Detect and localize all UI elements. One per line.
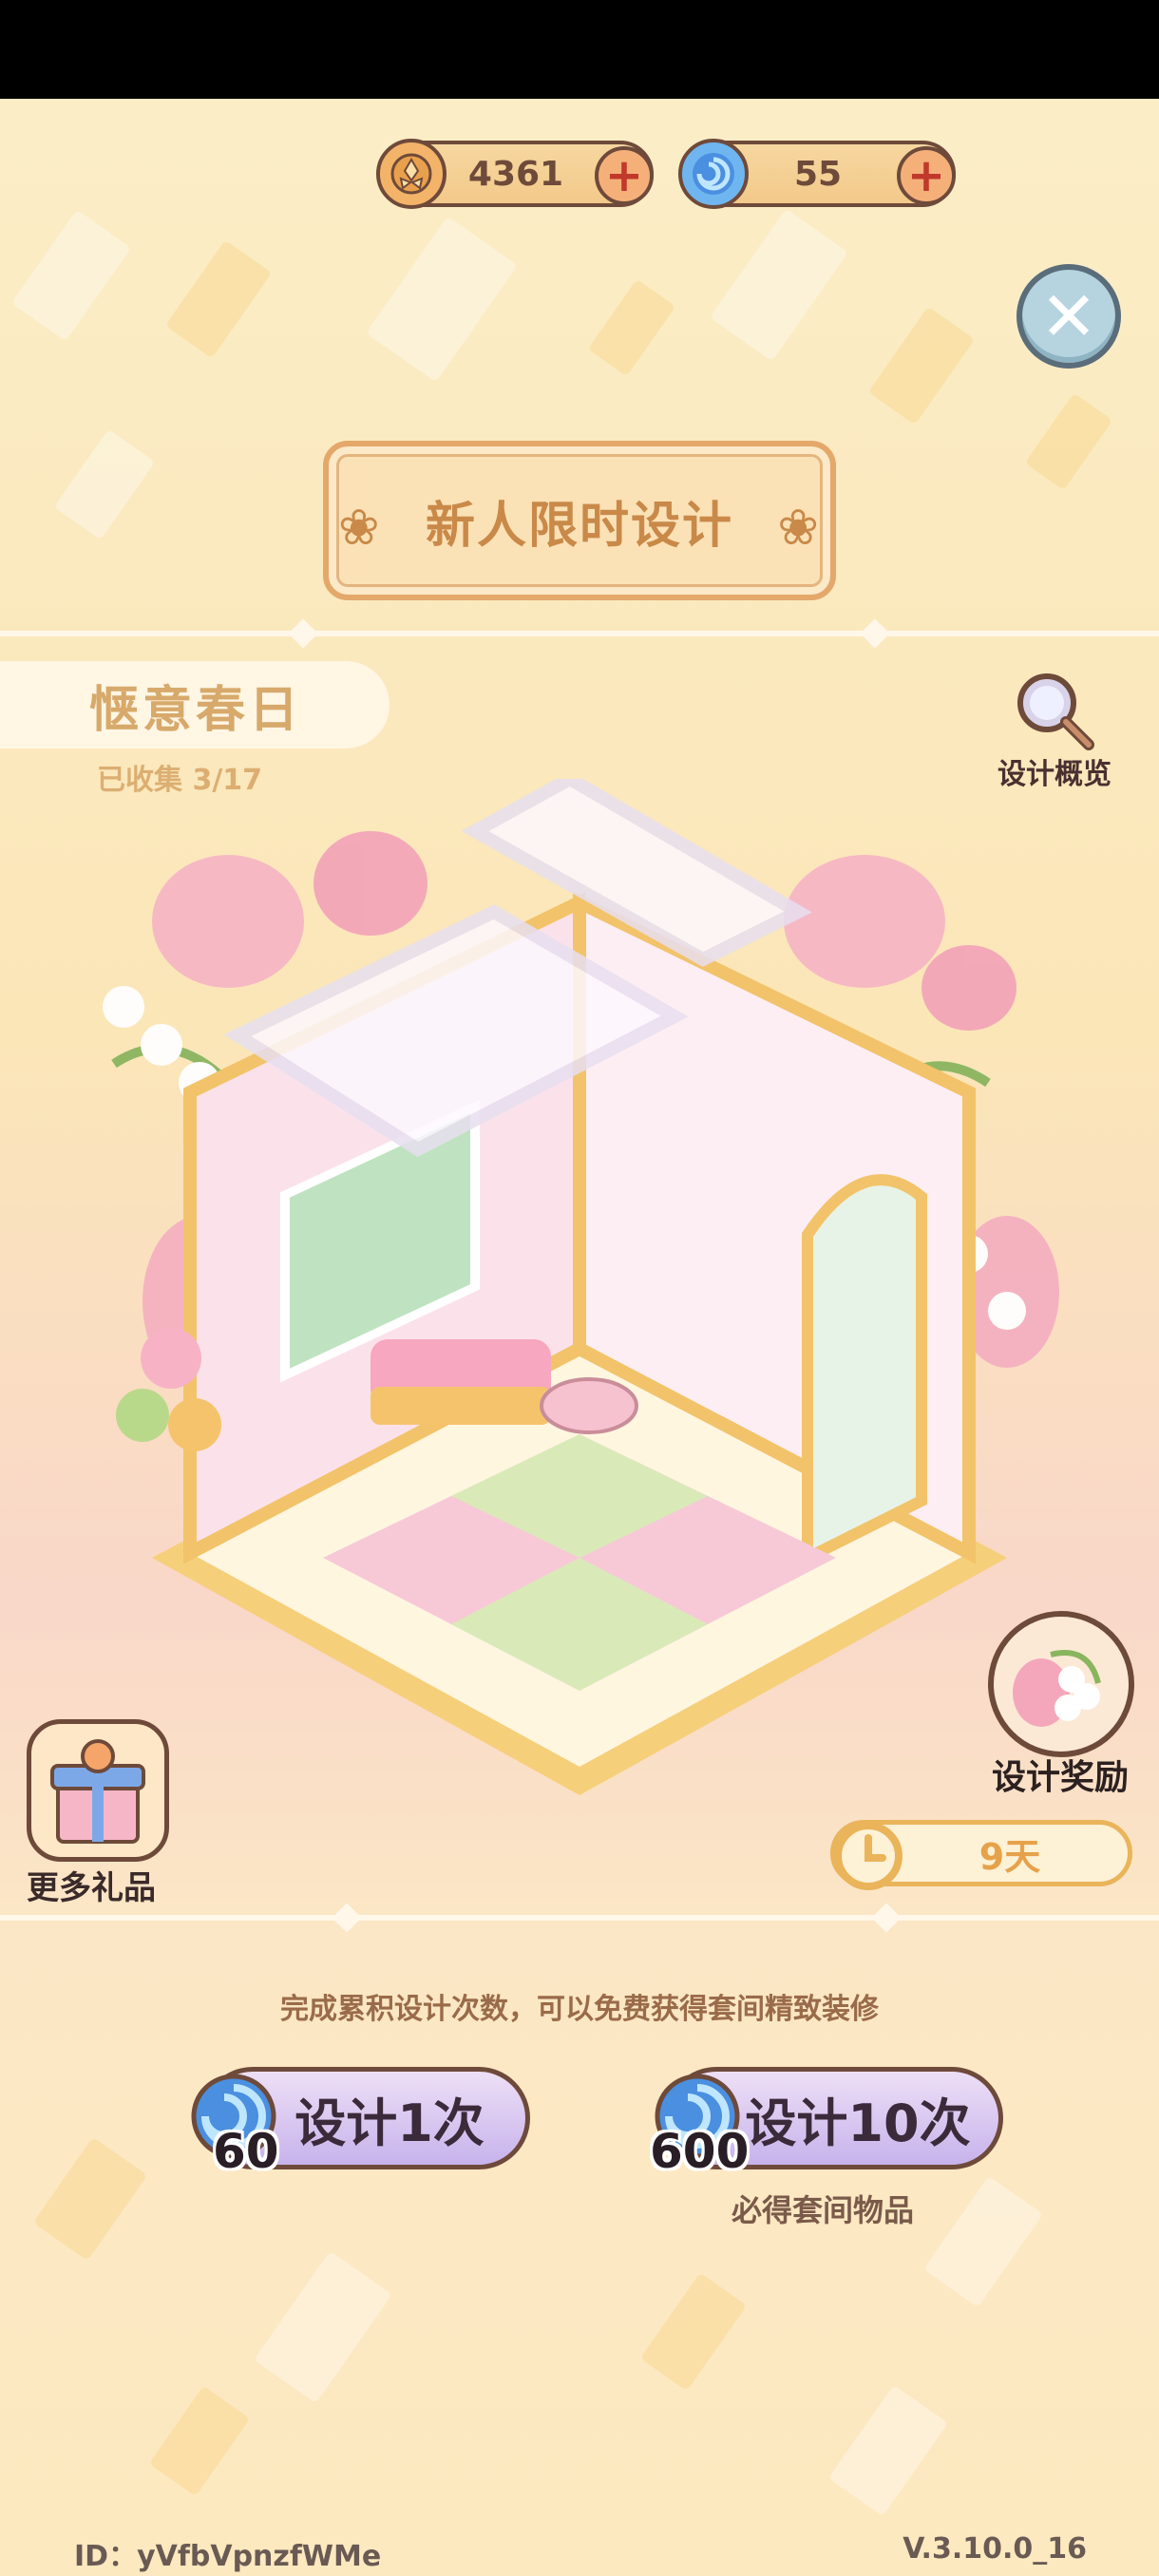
close-button[interactable]: ✕ — [1016, 264, 1121, 369]
add-orbs-button[interactable]: + — [897, 146, 956, 205]
theme-tab: 惬意春日 — [0, 661, 390, 748]
timer-text: 9天 — [978, 1835, 1041, 1878]
add-coins-button[interactable]: + — [595, 146, 654, 205]
overview-button[interactable] — [998, 665, 1112, 760]
orb-counter: 55 + — [678, 139, 956, 209]
version-label: V.3.10.0_16 — [902, 2532, 1087, 2566]
title-banner: ❀ 新人限时设计 ❀ — [323, 441, 836, 600]
coin-icon — [376, 139, 446, 209]
page-title: 新人限时设计 — [425, 497, 733, 555]
design-ten-note: 必得套间物品 — [732, 2192, 915, 2228]
ornament-icon: ❀ — [338, 500, 382, 557]
design-reward-label: 设计奖励 — [992, 1758, 1130, 1797]
blue-orb-icon — [678, 139, 749, 209]
coin-counter: 4361 + — [376, 139, 654, 209]
design-reward-button[interactable] — [988, 1611, 1134, 1757]
divider-bottom — [0, 1915, 1159, 1921]
timer-badge: 9天 — [830, 1820, 1132, 1890]
design-hint: 完成累积设计次数，可以免费获得套间精致装修 — [280, 1993, 879, 2026]
room-illustration — [103, 779, 1059, 1795]
more-gifts-button[interactable] — [27, 1719, 169, 1862]
status-bar — [0, 0, 1159, 99]
design-ten-cost: 600 — [650, 2124, 750, 2179]
gift-box-icon — [50, 1739, 145, 1844]
design-once-cost: 60 — [213, 2124, 279, 2179]
divider-top — [0, 631, 1159, 636]
more-gifts-label: 更多礼品 — [27, 1869, 156, 1907]
magnifier-icon — [1017, 673, 1094, 750]
flower-reward-icon — [1013, 1650, 1101, 1727]
theme-name: 惬意春日 — [89, 681, 303, 739]
close-icon: ✕ — [1039, 276, 1098, 356]
player-id: ID：yVfbVpnzfWMe — [74, 2540, 382, 2573]
clock-icon — [834, 1822, 902, 1890]
ornament-icon: ❀ — [777, 500, 821, 557]
